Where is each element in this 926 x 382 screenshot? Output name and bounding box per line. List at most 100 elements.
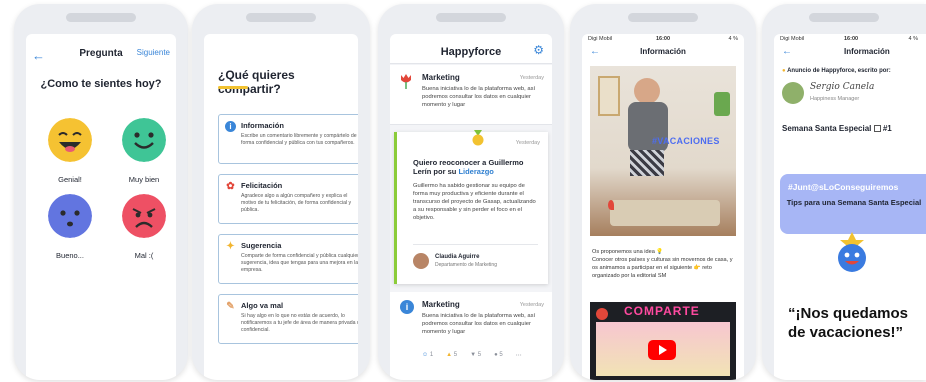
phone-notch [809, 13, 879, 22]
option-description: Si hay algo en lo que no estás de acuerd… [241, 313, 358, 333]
post-author: Marketing [422, 73, 460, 82]
announcement-graphic: #Junt@sLoConseguiremos Tips para una Sem… [780, 154, 926, 380]
phone-notch [436, 13, 506, 22]
author-name: Claudia Aguirre [435, 254, 480, 260]
avatar [413, 253, 429, 269]
status-battery: 4 % [728, 36, 738, 42]
smiling-face-icon [122, 118, 166, 162]
info-icon: i [225, 121, 236, 132]
title-underline [218, 86, 248, 89]
option-title: Sugerencia [241, 241, 282, 250]
thumbs-down-icon: ▼ [470, 352, 477, 358]
back-arrow-icon[interactable]: ← [782, 46, 792, 57]
reaction-thumbsdown[interactable]: ▼ 5 [470, 352, 481, 359]
comment-icon: ● [494, 352, 498, 358]
post-text: Buena iniciativa lo de la plataforma web… [422, 86, 536, 108]
vacaciones-sign: #VACACIONES [652, 136, 720, 146]
screen-announcement: Digi Mobil 16:00 4 % ← Información ● Anu… [774, 34, 926, 380]
reaction-count: 5 [499, 352, 503, 358]
divider [413, 244, 538, 245]
plant-decor [714, 92, 730, 116]
announcement-byline: ● Anuncio de Happyforce, escrito por: [782, 68, 891, 74]
phone-info-vacaciones: Digi Mobil 16:00 4 % ← Información #VACA… [570, 4, 756, 380]
neutral-face-icon [48, 194, 92, 238]
phone-share-menu: ¿Qué quieres compartir? i Información Es… [192, 4, 370, 380]
frame-decor [598, 76, 620, 116]
post-author: Marketing [422, 300, 460, 309]
brand-title: Happyforce [440, 46, 502, 58]
reaction-bar: ☺ 1 ▲ 5 ▼ 5 ● 5 ⋯ [422, 352, 522, 359]
screen-share: ¿Qué quieres compartir? i Información Es… [204, 34, 358, 380]
signature: Sergio Canela [810, 82, 875, 92]
reaction-count: 1 [429, 352, 434, 358]
share-option-algo-va-mal[interactable]: ✎ Algo va mal Si hay algo en lo que no e… [218, 294, 358, 344]
recognition-post[interactable]: Yesterday Quiero reoconocer a Guillermo … [394, 130, 548, 284]
laughing-face-icon [48, 118, 92, 162]
recognition-headline: Quiero reoconocer a Guillermo Lerín por … [413, 158, 538, 176]
mood-option-genial[interactable]: Genial! [48, 118, 105, 184]
youtube-play-icon[interactable] [648, 340, 676, 360]
option-title: Felicitación [241, 181, 283, 190]
subject-text: Semana Santa Especial [782, 124, 872, 133]
mood-option-bueno[interactable]: Bueno... [48, 194, 105, 260]
reaction-comment[interactable]: ● 5 [494, 352, 503, 359]
screen-info: Digi Mobil 16:00 4 % ← Información #VACA… [582, 34, 744, 380]
kid-shorts [630, 150, 664, 176]
option-description: Escribe un comentario libremente y compá… [241, 133, 357, 146]
phone-feed: Happyforce ⚙ Marketing Yesterday Buena i… [378, 4, 564, 380]
lightbulb-icon: ✦ [225, 241, 236, 252]
share-option-sugerencia[interactable]: ✦ Sugerencia Comparte de forma confidenc… [218, 234, 358, 284]
headline-quote: “¡Nos quedamos de vacaciones!” [788, 305, 909, 341]
mood-label: Muy bien [128, 175, 160, 184]
reaction-smile[interactable]: ☺ 1 [422, 352, 433, 359]
page-title: Información [640, 47, 686, 56]
thumbs-up-icon: ▲ [446, 352, 453, 358]
share-option-felicitacion[interactable]: ✿ Felicitación Agradece algo a algún com… [218, 174, 358, 224]
mascot-icon [838, 232, 866, 272]
info-icon: i [400, 300, 414, 314]
mood-option-muy-bien[interactable]: Muy bien [122, 118, 176, 184]
feed-post[interactable]: Marketing Yesterday Buena iniciativa lo … [390, 65, 552, 125]
status-battery: 4 % [908, 36, 918, 42]
info-caption: Os proponemos una idea 💡 Conocer otros p… [592, 249, 733, 279]
tulip-icon [401, 74, 411, 89]
mood-option-mal[interactable]: Mal :( [122, 194, 176, 260]
video-player[interactable]: COMPARTE [590, 302, 736, 380]
tips-text: Tips para una Semana Santa Especial [786, 198, 922, 207]
share-option-informacion[interactable]: i Información Escribe un comentario libr… [218, 114, 358, 164]
kid-photo: #VACACIONES [590, 66, 736, 236]
screen-question: ← Pregunta Siguiente ¿Como te sientes ho… [26, 34, 176, 380]
screenshot-collage: ← Pregunta Siguiente ¿Como te sientes ho… [0, 0, 926, 382]
channel-avatar [596, 308, 608, 320]
megaphone-icon: ● [782, 68, 786, 74]
hashtag-text: #Junt@sLoConseguiremos [788, 182, 899, 192]
screen-feed: Happyforce ⚙ Marketing Yesterday Buena i… [390, 34, 552, 380]
tulip-icon: ✿ [225, 181, 236, 192]
mood-label: Mal :( [134, 251, 154, 260]
phone-announcement: Digi Mobil 16:00 4 % ← Información ● Anu… [762, 4, 926, 380]
phone-notch [246, 13, 316, 22]
mood-label: Bueno... [56, 251, 84, 260]
page-title: ¿Qué quieres compartir? [218, 68, 295, 96]
author-role: Departamento de Marketing [435, 262, 497, 268]
post-date: Yesterday [519, 75, 544, 81]
mood-label: Genial! [58, 175, 82, 184]
more-icon[interactable]: ⋯ [516, 352, 522, 359]
phone-mood-question: ← Pregunta Siguiente ¿Como te sientes ho… [14, 4, 188, 380]
status-time: 16:00 [655, 36, 671, 42]
feed-post[interactable]: i Marketing Yesterday Buena iniciativa l… [390, 292, 552, 380]
medal-icon [472, 130, 484, 146]
gear-icon[interactable]: ⚙ [533, 43, 544, 57]
video-title: COMPARTE [624, 304, 700, 318]
phone-notch [628, 13, 698, 22]
author-role: Happiness Manager [810, 96, 860, 102]
avatar [782, 82, 804, 104]
post-date: Yesterday [519, 302, 544, 308]
next-button[interactable]: Siguiente [137, 48, 170, 57]
reaction-thumbsup[interactable]: ▲ 5 [446, 352, 457, 359]
map-game [610, 200, 720, 226]
smile-icon: ☺ [422, 352, 429, 358]
status-time: 16:00 [844, 36, 859, 42]
option-description: Agradece algo a algún compañero y explic… [241, 193, 352, 213]
question-text: ¿Como te sientes hoy? [40, 78, 162, 90]
